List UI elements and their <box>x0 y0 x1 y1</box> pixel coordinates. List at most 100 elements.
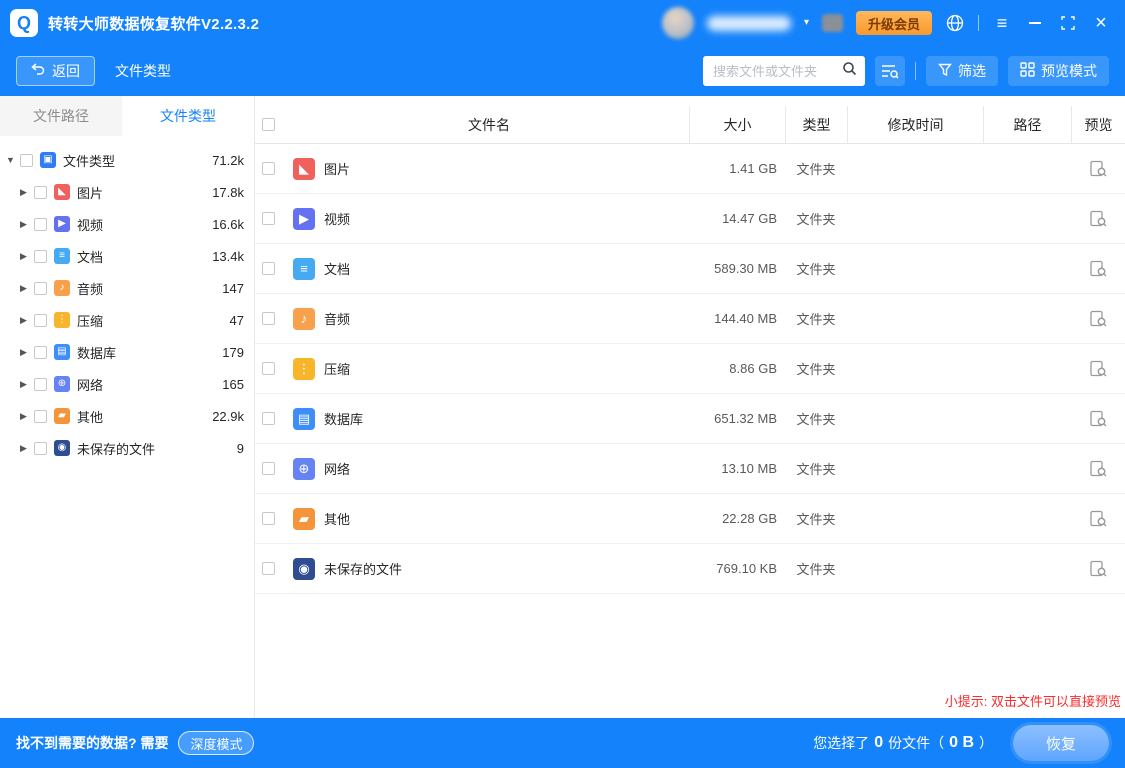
tree-item-count: 16.6k <box>212 217 244 232</box>
tree-item[interactable]: ▶ ▤ 数据库 179 <box>0 336 254 368</box>
tree-item-count: 22.9k <box>212 409 244 424</box>
row-checkbox[interactable] <box>262 562 275 575</box>
table-row[interactable]: ▶ 视频 14.47 GB 文件夹 <box>255 194 1125 244</box>
row-checkbox[interactable] <box>262 262 275 275</box>
file-name: 数据库 <box>324 409 363 428</box>
tree-item-checkbox[interactable] <box>34 442 47 455</box>
deep-mode-button[interactable]: 深度模式 <box>178 731 254 755</box>
file-type: 文件夹 <box>785 294 847 343</box>
document-icon: ≡ <box>293 258 315 280</box>
preview-file-icon[interactable] <box>1089 560 1108 578</box>
tree-item-checkbox[interactable] <box>34 282 47 295</box>
table-row[interactable]: ⋮ 压缩 8.86 GB 文件夹 <box>255 344 1125 394</box>
preview-file-icon[interactable] <box>1089 260 1108 278</box>
search-in-results-button[interactable] <box>875 56 905 86</box>
tree-item-checkbox[interactable] <box>34 250 47 263</box>
expand-caret-icon[interactable]: ▶ <box>20 411 34 422</box>
expand-caret-icon[interactable]: ▶ <box>20 379 34 390</box>
preview-file-icon[interactable] <box>1089 310 1108 328</box>
row-checkbox[interactable] <box>262 512 275 525</box>
header-type[interactable]: 类型 <box>785 106 847 143</box>
account-dropdown-icon[interactable]: ▾ <box>804 18 809 28</box>
menu-icon[interactable]: ≡ <box>992 11 1012 35</box>
row-checkbox[interactable] <box>262 312 275 325</box>
header-modified[interactable]: 修改时间 <box>847 106 983 143</box>
close-icon[interactable]: × <box>1091 11 1111 35</box>
table-row[interactable]: ◉ 未保存的文件 769.10 KB 文件夹 <box>255 544 1125 594</box>
search-icon[interactable] <box>842 61 857 81</box>
tree-item-checkbox[interactable] <box>34 410 47 423</box>
row-checkbox[interactable] <box>262 212 275 225</box>
tree-item[interactable]: ▶ ♪ 音频 147 <box>0 272 254 304</box>
file-type: 文件夹 <box>785 194 847 243</box>
other-icon: ▰ <box>293 508 315 530</box>
table-row[interactable]: ♪ 音频 144.40 MB 文件夹 <box>255 294 1125 344</box>
expand-caret-icon[interactable]: ▶ <box>20 219 34 230</box>
preview-file-icon[interactable] <box>1089 210 1108 228</box>
app-window: Q 转转大师数据恢复软件V2.2.3.2 ▾ 升级会员 ≡ × <box>0 0 1125 768</box>
table-row[interactable]: ▰ 其他 22.28 GB 文件夹 <box>255 494 1125 544</box>
expand-caret-icon[interactable]: ▶ <box>20 315 34 326</box>
file-type: 文件夹 <box>785 494 847 543</box>
tree-item-label: 网络 <box>77 375 222 394</box>
file-path <box>983 394 1071 443</box>
upgrade-membership-button[interactable]: 升级会员 <box>856 11 932 35</box>
header-size[interactable]: 大小 <box>689 106 785 143</box>
customer-service-icon[interactable] <box>945 11 965 35</box>
preview-file-icon[interactable] <box>1089 410 1108 428</box>
tree-item-checkbox[interactable] <box>34 378 47 391</box>
back-button[interactable]: 返回 <box>16 56 95 86</box>
maximize-icon[interactable] <box>1058 11 1078 35</box>
tree-item[interactable]: ▶ ▰ 其他 22.9k <box>0 400 254 432</box>
preview-file-icon[interactable] <box>1089 360 1108 378</box>
tree-item[interactable]: ▶ ⊕ 网络 165 <box>0 368 254 400</box>
file-table-body: ◣ 图片 1.41 GB 文件夹 ▶ 视频 14.47 GB 文件夹 <box>255 144 1125 594</box>
database-icon: ▤ <box>54 344 70 360</box>
expand-caret-icon[interactable]: ▶ <box>20 187 34 198</box>
expand-caret-icon[interactable]: ▶ <box>20 347 34 358</box>
expand-caret-icon[interactable]: ▶ <box>20 443 34 454</box>
tree-item-checkbox[interactable] <box>34 218 47 231</box>
preview-file-icon[interactable] <box>1089 460 1108 478</box>
search-input[interactable] <box>713 64 842 79</box>
table-row[interactable]: ▤ 数据库 651.32 MB 文件夹 <box>255 394 1125 444</box>
archive-icon: ⋮ <box>54 312 70 328</box>
expand-caret-icon[interactable]: ▶ <box>20 283 34 294</box>
collapse-caret-icon[interactable]: ▼ <box>6 155 20 165</box>
row-checkbox[interactable] <box>262 462 275 475</box>
tab-file-path[interactable]: 文件路径 <box>0 96 122 136</box>
header-file-name[interactable]: 文件名 <box>289 106 689 143</box>
tree-item-checkbox[interactable] <box>34 346 47 359</box>
tree-root-item[interactable]: ▼ ▣ 文件类型 71.2k <box>0 144 254 176</box>
table-row[interactable]: ◣ 图片 1.41 GB 文件夹 <box>255 144 1125 194</box>
header-preview[interactable]: 预览 <box>1071 106 1125 143</box>
minimize-icon[interactable] <box>1025 11 1045 35</box>
row-checkbox[interactable] <box>262 162 275 175</box>
tree-item-checkbox[interactable] <box>34 186 47 199</box>
recover-button[interactable]: 恢复 <box>1013 725 1109 761</box>
preview-mode-button[interactable]: 预览模式 <box>1008 56 1109 86</box>
tree-root-checkbox[interactable] <box>20 154 33 167</box>
tree-item[interactable]: ▶ ≡ 文档 13.4k <box>0 240 254 272</box>
user-avatar[interactable] <box>662 7 694 39</box>
row-checkbox[interactable] <box>262 362 275 375</box>
filter-button[interactable]: 筛选 <box>926 56 998 86</box>
tab-file-type[interactable]: 文件类型 <box>122 96 254 136</box>
tree-item-checkbox[interactable] <box>34 314 47 327</box>
table-row[interactable]: ≡ 文档 589.30 MB 文件夹 <box>255 244 1125 294</box>
file-modified <box>847 194 983 243</box>
preview-file-icon[interactable] <box>1089 160 1108 178</box>
expand-caret-icon[interactable]: ▶ <box>20 251 34 262</box>
computer-icon: ▣ <box>40 152 56 168</box>
tree-item[interactable]: ▶ ⋮ 压缩 47 <box>0 304 254 336</box>
row-checkbox[interactable] <box>262 412 275 425</box>
tree-item[interactable]: ▶ ◣ 图片 17.8k <box>0 176 254 208</box>
tree-item[interactable]: ▶ ◉ 未保存的文件 9 <box>0 432 254 464</box>
table-row[interactable]: ⊕ 网络 13.10 MB 文件夹 <box>255 444 1125 494</box>
video-icon: ▶ <box>54 216 70 232</box>
tree-item[interactable]: ▶ ▶ 视频 16.6k <box>0 208 254 240</box>
preview-file-icon[interactable] <box>1089 510 1108 528</box>
select-all-checkbox[interactable] <box>262 118 275 131</box>
header-path[interactable]: 路径 <box>983 106 1071 143</box>
file-path <box>983 244 1071 293</box>
